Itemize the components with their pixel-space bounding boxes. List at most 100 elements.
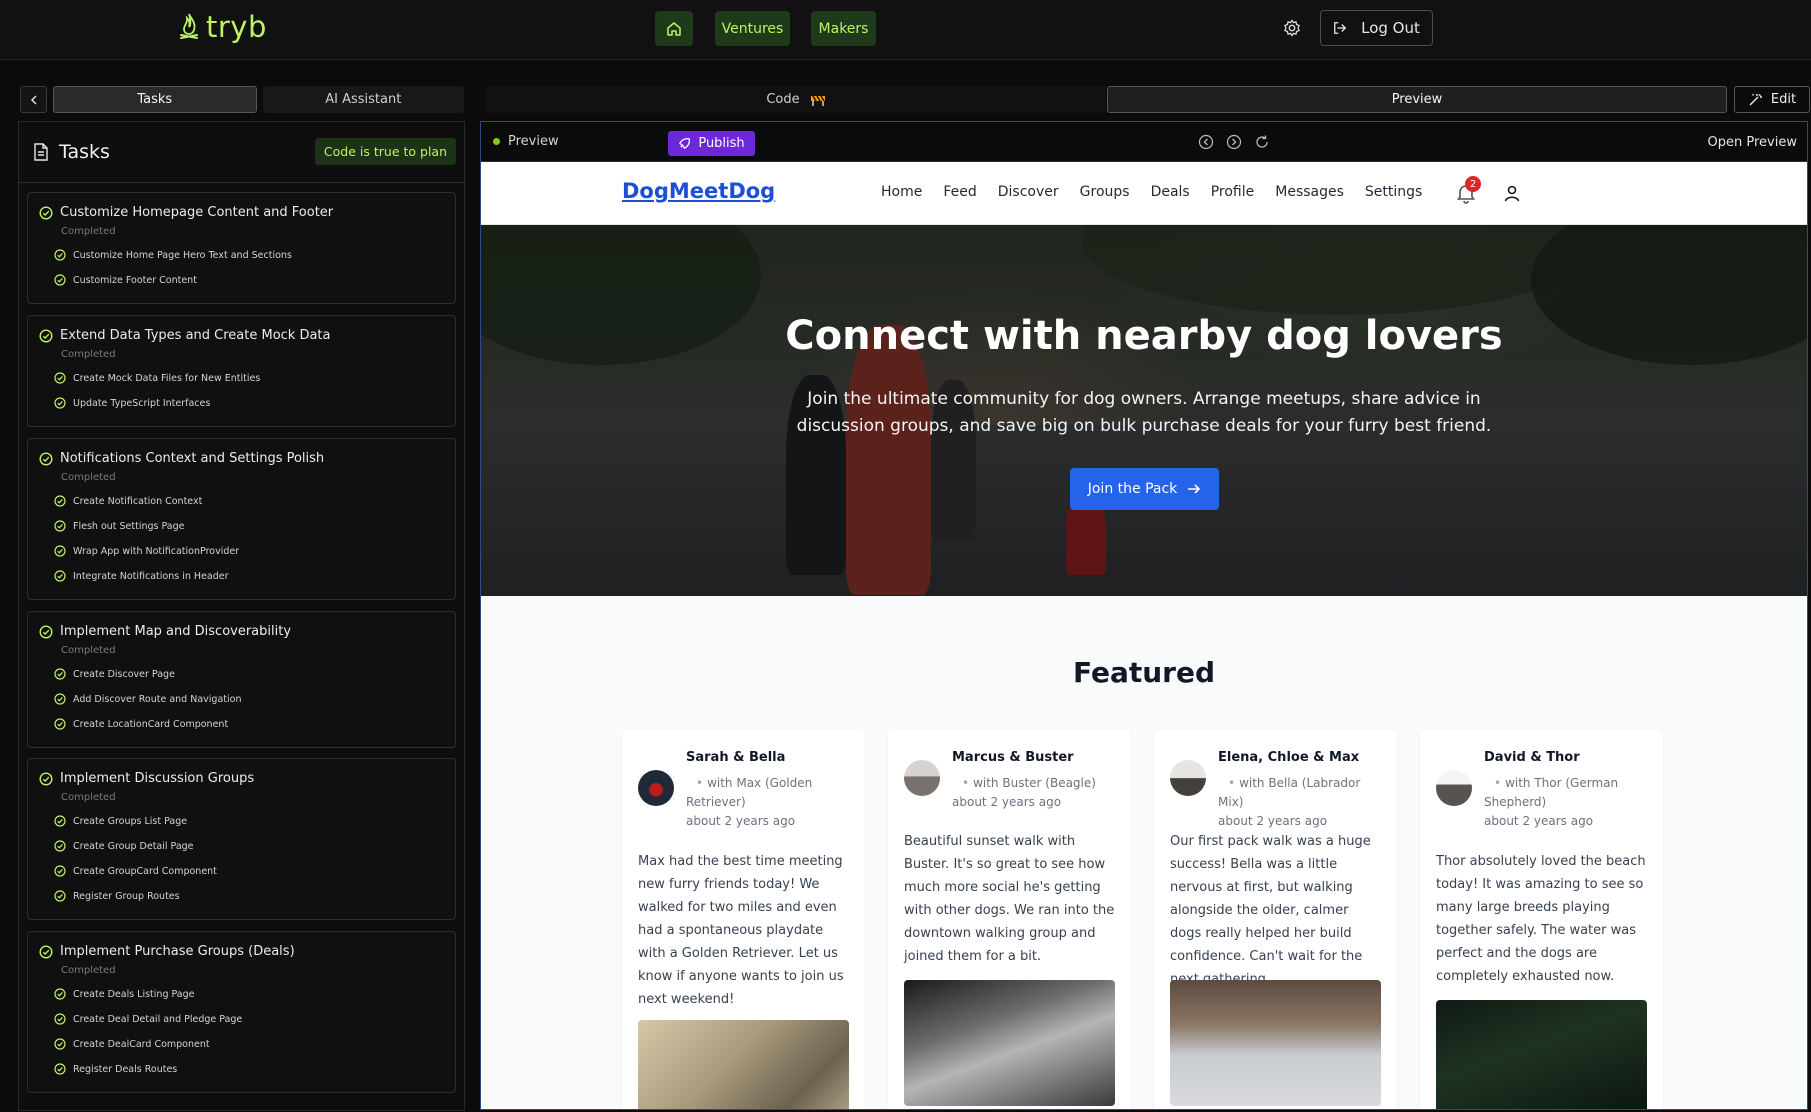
post-image[interactable] — [1170, 980, 1381, 1106]
task-group-title: Implement Purchase Groups (Deals) — [60, 944, 295, 959]
post-time: about 2 years ago — [686, 814, 796, 828]
tab-code[interactable]: Code — [486, 86, 1106, 113]
subtask-label: Create LocationCard Component — [73, 718, 229, 730]
post-author[interactable]: Marcus & Buster — [952, 750, 1074, 765]
tab-preview[interactable]: Preview — [1107, 86, 1727, 113]
subtask-item[interactable]: Flesh out Settings Page — [54, 520, 185, 532]
settings-button[interactable] — [1280, 16, 1304, 40]
join-the-pack-button[interactable]: Join the Pack — [1070, 468, 1219, 510]
post-meta: • with Bella (Labrador Mix) about 2 years … — [1218, 774, 1383, 831]
task-group-card[interactable]: Implement Map and Discoverability Complet… — [27, 611, 456, 748]
avatar[interactable] — [1436, 770, 1472, 806]
task-group-status: Completed — [61, 349, 116, 360]
subtask-label: Integrate Notifications in Header — [73, 570, 229, 582]
site-logo[interactable]: DogMeetDog — [622, 179, 775, 203]
avatar[interactable] — [904, 760, 940, 796]
post-time: about 2 years ago — [1484, 814, 1594, 828]
post-card[interactable]: Elena, Chloe & Max • with Bella (Labrador … — [1154, 730, 1397, 1109]
post-time: about 2 years ago — [1218, 814, 1328, 828]
subtask-item[interactable]: Register Deals Routes — [54, 1063, 177, 1075]
post-body: Our first pack walk was a huge success! … — [1170, 834, 1371, 987]
task-group-header: Notifications Context and Settings Polis… — [39, 451, 324, 466]
avatar[interactable] — [1170, 760, 1206, 796]
post-image[interactable] — [1436, 1000, 1647, 1109]
post-with: with Bella (Labrador Mix) — [1218, 776, 1361, 809]
hero-subtitle: Join the ultimate community for dog owne… — [796, 389, 1492, 436]
check-circle-icon — [39, 944, 53, 959]
subtask-item[interactable]: Create DealCard Component — [54, 1038, 210, 1050]
site-nav-deals[interactable]: Deals — [1151, 184, 1190, 200]
user-icon[interactable] — [1502, 183, 1522, 203]
site-nav-messages[interactable]: Messages — [1275, 184, 1344, 200]
subtask-item[interactable]: Register Group Routes — [54, 890, 180, 902]
subtask-item[interactable]: Create GroupCard Component — [54, 865, 217, 877]
check-circle-icon — [54, 495, 66, 507]
subtask-item[interactable]: Create Groups List Page — [54, 815, 187, 827]
subtask-item[interactable]: Create Discover Page — [54, 668, 175, 680]
subtask-item[interactable]: Create LocationCard Component — [54, 718, 228, 730]
subtask-item[interactable]: Create Group Detail Page — [54, 840, 194, 852]
preview-status-label: Preview — [508, 134, 559, 149]
post-author[interactable]: Elena, Chloe & Max — [1218, 750, 1359, 765]
post-time: about 2 years ago — [952, 795, 1062, 809]
site-nav-profile[interactable]: Profile — [1211, 184, 1255, 200]
tasks-panel: Tasks Code is true to plan Customize Hom… — [18, 121, 465, 1111]
post-card[interactable]: Sarah & Bella • with Max (Golden Retriever… — [622, 730, 865, 1109]
home-button[interactable] — [655, 11, 693, 46]
arrow-right-icon — [1188, 484, 1201, 494]
subtask-item[interactable]: Create Mock Data Files for New Entities — [54, 372, 260, 384]
gear-icon — [1284, 19, 1300, 37]
subtask-item[interactable]: Create Deals Listing Page — [54, 988, 195, 1000]
subtask-label: Create DealCard Component — [73, 1038, 210, 1050]
subtask-item[interactable]: Integrate Notifications in Header — [54, 570, 229, 582]
site-nav-settings[interactable]: Settings — [1365, 184, 1422, 200]
avatar[interactable] — [638, 770, 674, 806]
subtask-label: Create GroupCard Component — [73, 865, 217, 877]
ventures-button[interactable]: Ventures — [715, 11, 790, 46]
task-group-card[interactable]: Extend Data Types and Create Mock Data Co… — [27, 315, 456, 427]
logout-icon — [1334, 22, 1347, 34]
check-circle-icon — [54, 865, 66, 877]
site-nav-feed[interactable]: Feed — [943, 184, 976, 200]
subtask-item[interactable]: Customize Home Page Hero Text and Sectio… — [54, 249, 292, 261]
subtask-item[interactable]: Create Deal Detail and Pledge Page — [54, 1013, 242, 1025]
post-image[interactable] — [904, 980, 1115, 1106]
makers-button[interactable]: Makers — [811, 11, 876, 46]
site-nav-discover[interactable]: Discover — [998, 184, 1059, 200]
post-author[interactable]: David & Thor — [1484, 750, 1580, 765]
post-card[interactable]: Marcus & Buster • with Buster (Beagle) abou… — [888, 730, 1131, 1109]
back-arrow-icon[interactable] — [1198, 134, 1214, 150]
tab-ai-assistant[interactable]: AI Assistant — [262, 86, 464, 113]
forward-arrow-icon[interactable] — [1226, 134, 1242, 150]
tryb-logo[interactable]: tryb — [178, 10, 267, 44]
post-author[interactable]: Sarah & Bella — [686, 750, 785, 765]
check-circle-icon — [54, 693, 66, 705]
post-image[interactable] — [638, 1020, 849, 1109]
subtask-item[interactable]: Create Notification Context — [54, 495, 202, 507]
subtask-item[interactable]: Wrap App with NotificationProvider — [54, 545, 239, 557]
refresh-icon[interactable] — [1254, 134, 1270, 150]
collapse-button[interactable] — [20, 86, 47, 113]
subtask-item[interactable]: Customize Footer Content — [54, 274, 197, 286]
check-circle-icon — [54, 249, 66, 261]
check-circle-icon — [54, 988, 66, 1000]
task-group-card[interactable]: Customize Homepage Content and Footer Com… — [27, 192, 456, 304]
logout-button[interactable]: Log Out — [1320, 10, 1433, 46]
subtask-item[interactable]: Update TypeScript Interfaces — [54, 397, 210, 409]
task-group-card[interactable]: Implement Purchase Groups (Deals) Complet… — [27, 931, 456, 1093]
task-group-card[interactable]: Notifications Context and Settings Polis… — [27, 438, 456, 600]
site-nav-home[interactable]: Home — [881, 184, 922, 200]
task-group-card[interactable]: Implement Discussion Groups Completed Crea… — [27, 758, 456, 920]
open-preview-link[interactable]: Open Preview — [1708, 135, 1797, 150]
tab-tasks[interactable]: Tasks — [53, 86, 257, 113]
post-card[interactable]: David & Thor • with Thor (German Shepherd)… — [1420, 730, 1663, 1109]
left-panel-tabs: Tasks AI Assistant — [20, 86, 464, 116]
site-nav-groups[interactable]: Groups — [1080, 184, 1130, 200]
subtask-label: Create Deals Listing Page — [73, 988, 195, 1000]
tasks-title: Tasks — [59, 141, 110, 163]
preview-status: Preview — [493, 134, 559, 149]
subtask-item[interactable]: Add Discover Route and Navigation — [54, 693, 241, 705]
edit-button[interactable]: Edit — [1734, 86, 1810, 113]
publish-button[interactable]: Publish — [668, 131, 755, 156]
task-group-header: Implement Map and Discoverability — [39, 624, 291, 639]
